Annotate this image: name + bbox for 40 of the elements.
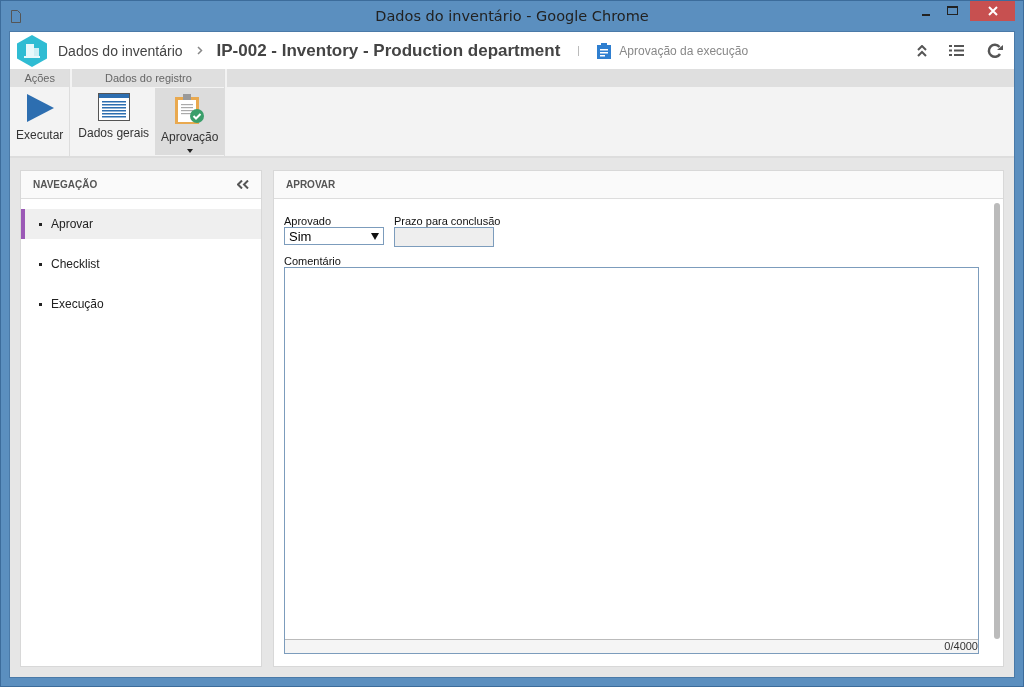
record-title: IP-002 - Inventory - Production department: [216, 40, 561, 61]
scrollbar-thumb[interactable]: [994, 203, 1000, 639]
navigation-item[interactable]: Execução: [21, 289, 261, 319]
close-button[interactable]: [970, 1, 1015, 21]
caret-icon: [371, 232, 379, 240]
chevron-right-icon: [196, 46, 203, 55]
collapse-left-icon[interactable]: [237, 180, 249, 189]
ribbon-button[interactable]: Executar: [10, 88, 70, 154]
bullet-icon: [39, 262, 42, 266]
approved-dropdown[interactable]: Sim: [284, 227, 384, 245]
field-label: Comentário: [284, 255, 342, 267]
collapse-up-icon[interactable]: [917, 44, 927, 57]
clipboard-icon: [597, 42, 612, 59]
ribbon-group-label: Ações: [10, 69, 70, 87]
refresh-icon[interactable]: [986, 42, 1004, 59]
panel-title: NAVEGAÇÃO: [33, 179, 98, 190]
minimize-icon: [921, 14, 930, 16]
field-label: Aprovado: [284, 215, 333, 227]
navigation-item[interactable]: Aprovar: [21, 209, 261, 239]
ribbon-button[interactable]: Dados gerais: [72, 88, 156, 155]
form-icon: [97, 93, 130, 121]
bullet-icon: [39, 302, 42, 306]
maximize-icon: [947, 6, 958, 16]
ribbon-button[interactable]: Aprovação: [155, 88, 225, 155]
document-icon: [11, 9, 21, 23]
character-counter: 0/4000: [944, 640, 978, 652]
clipboard-check-icon: [173, 93, 206, 125]
field-label: Prazo para conclusão: [394, 215, 501, 227]
navigation-item[interactable]: Checklist: [21, 249, 261, 279]
panel-title: APROVAR: [286, 179, 336, 190]
play-icon: [24, 93, 55, 123]
bullet-icon: [39, 222, 42, 226]
building-logo-icon: [16, 33, 48, 68]
close-icon: [987, 6, 998, 16]
list-icon[interactable]: [949, 45, 964, 56]
breadcrumb-link[interactable]: Dados do inventário: [58, 42, 183, 59]
status-label: Aprovação da execução: [619, 43, 749, 58]
window-title: Dados do inventário - Google Chrome: [375, 8, 649, 24]
ribbon-group-label: Dados do registro: [72, 69, 225, 87]
comment-textarea[interactable]: 0/4000: [284, 267, 979, 654]
